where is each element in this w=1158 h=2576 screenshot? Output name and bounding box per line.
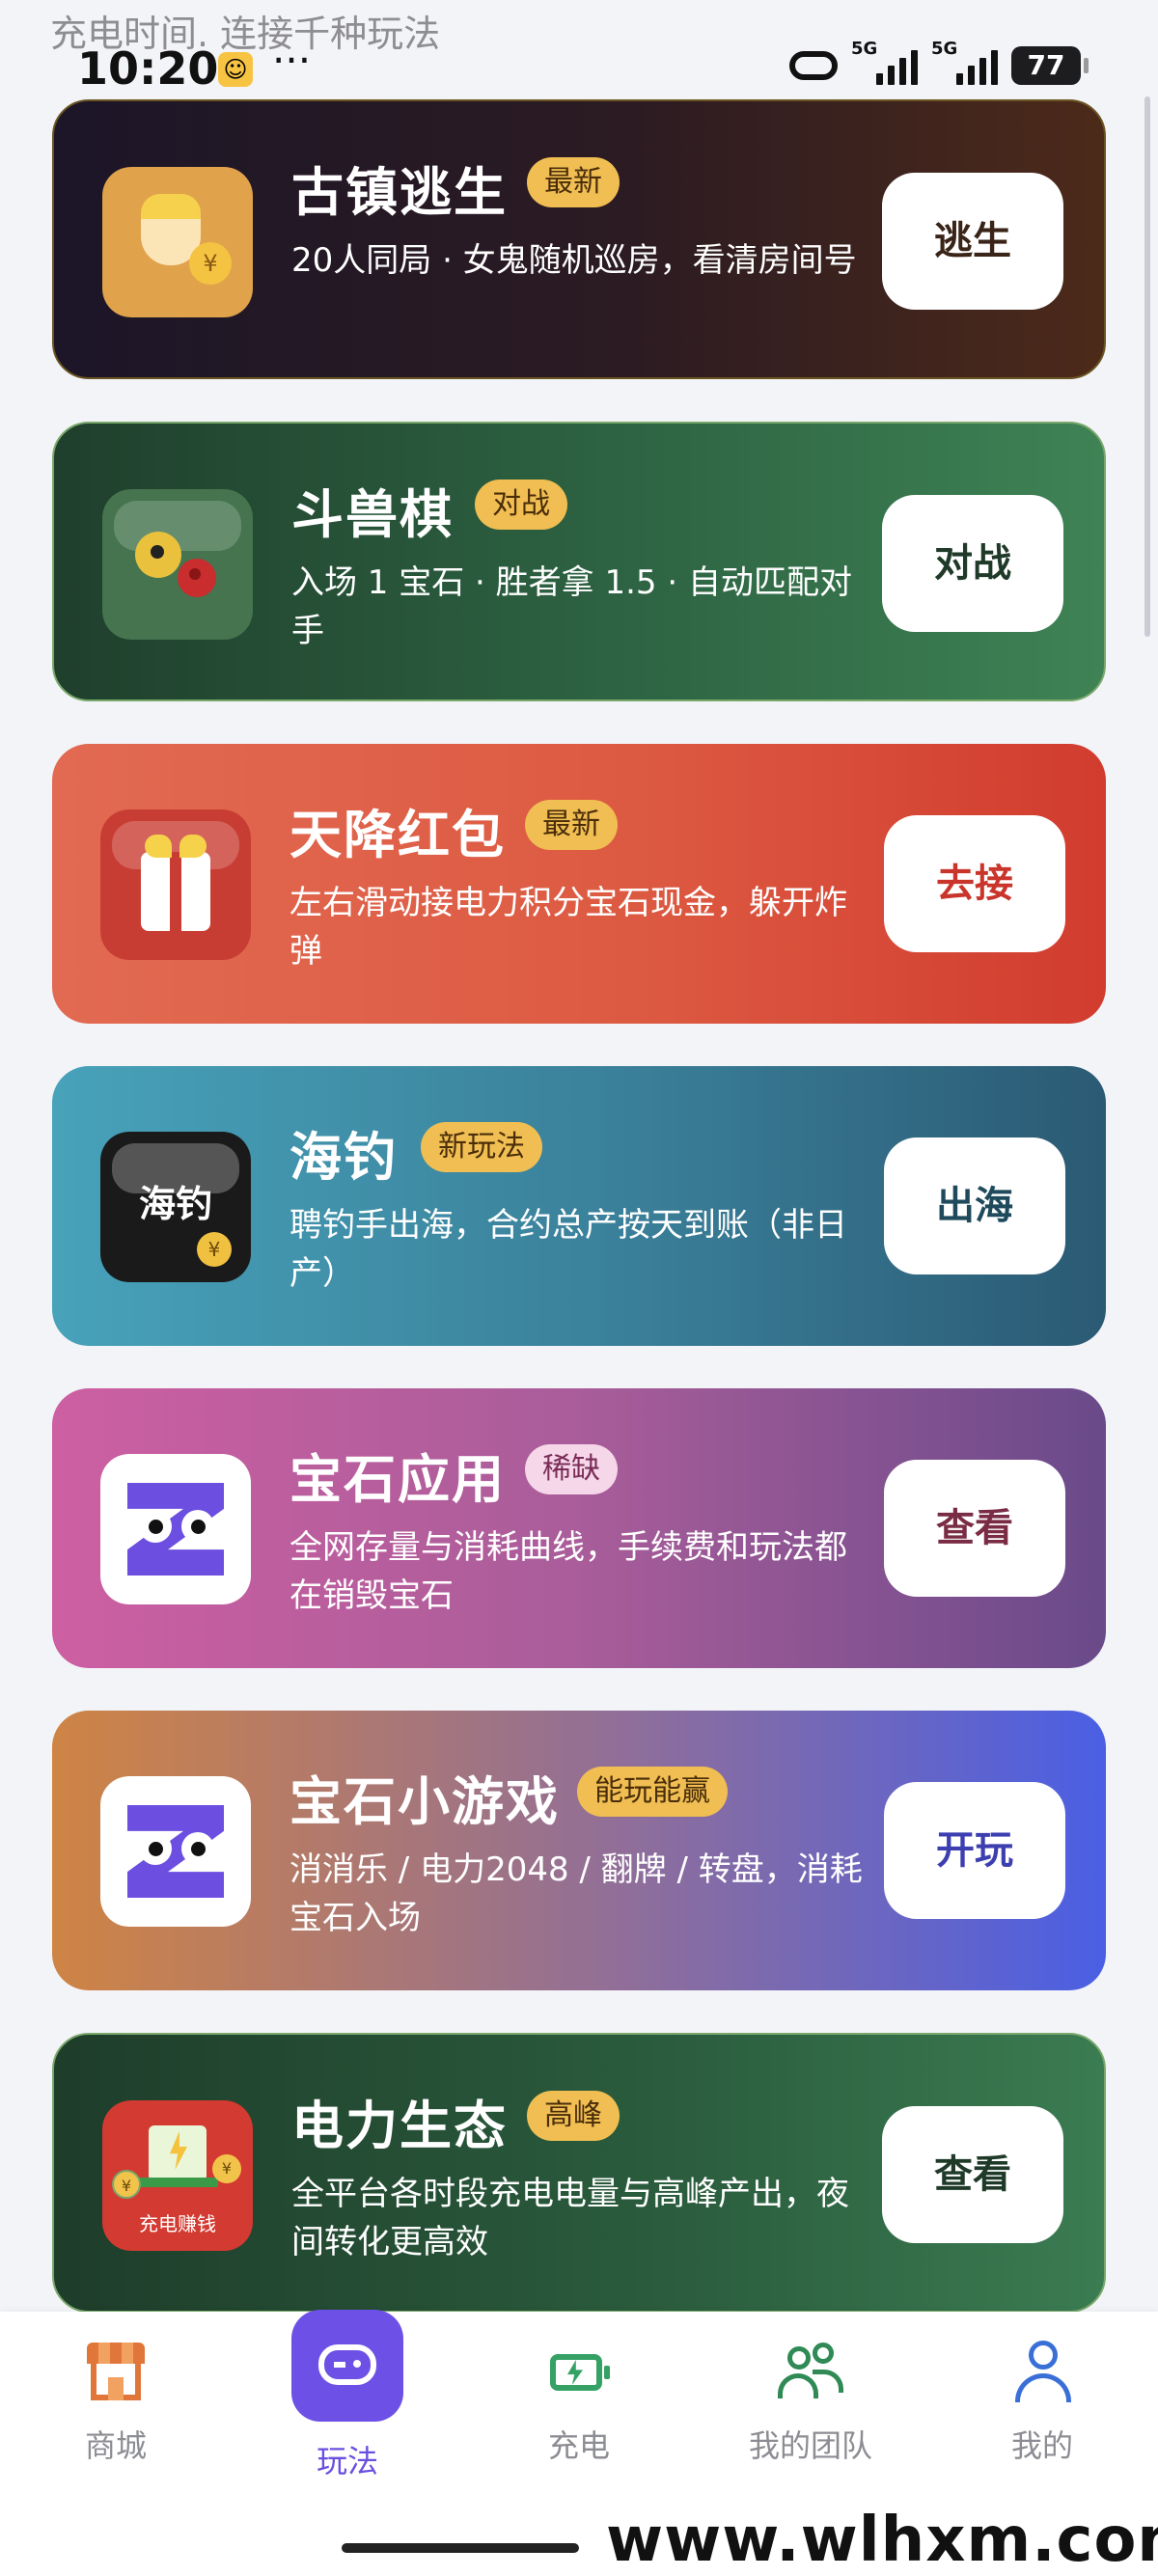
- gift-box-icon: [100, 809, 251, 960]
- gem-app-logo-icon: [100, 1454, 251, 1604]
- signal-icon: 5G: [931, 39, 998, 85]
- signal-icon: 5G: [851, 39, 918, 85]
- home-indicator[interactable]: [342, 2543, 579, 2553]
- status-bar: 充电时间. 连接千种玩法 10:20 ☺ ··· 5G 5G 77: [0, 0, 1158, 96]
- card-badge: 新玩法: [421, 1122, 542, 1172]
- game-card-power-ecology[interactable]: ¥ ¥ 充电赚钱 电力生态 高峰 全平台各时段充电电量与高峰产出，夜间转化更高效 …: [52, 2033, 1106, 2313]
- tab-label: 我的团队: [748, 2427, 872, 2464]
- scrollbar[interactable]: [1144, 96, 1150, 637]
- team-icon: [776, 2337, 845, 2406]
- card-title: 古镇逃生: [291, 162, 508, 223]
- escape-button[interactable]: 逃生: [882, 173, 1063, 310]
- card-title: 宝石小游戏: [290, 1771, 560, 1832]
- tab-label: 商城: [84, 2427, 147, 2464]
- shop-icon: [81, 2337, 151, 2406]
- tab-shop[interactable]: 商城: [19, 2337, 212, 2466]
- card-description: 20人同局 · 女鬼随机巡房，看清房间号: [291, 241, 857, 280]
- game-card-gem-app[interactable]: 宝石应用 稀缺 全网存量与消耗曲线，手续费和玩法都在销毁宝石 查看: [52, 1388, 1106, 1668]
- notification-app-icon: ☺: [218, 52, 253, 87]
- card-badge: 对战: [475, 480, 567, 530]
- card-description: 全网存量与消耗曲线，手续费和玩法都在销毁宝石: [290, 1528, 847, 1615]
- escape-game-icon: ¥: [102, 167, 253, 317]
- game-card-sea-fishing[interactable]: 海钓 ¥ 海钓 新玩法 聘钓手出海，合约总产按天到账（非日产） 出海: [52, 1066, 1106, 1346]
- tab-label: 我的: [1010, 2427, 1073, 2464]
- card-description: 消消乐 / 电力2048 / 翻牌 / 转盘，消耗宝石入场: [290, 1850, 863, 1937]
- play-button[interactable]: 开玩: [884, 1782, 1065, 1919]
- hotspot-link-icon: [789, 51, 838, 80]
- gem-minigame-logo-icon: [100, 1776, 251, 1927]
- tab-label: 玩法: [316, 2443, 378, 2480]
- battle-button[interactable]: 对战: [882, 495, 1063, 632]
- signal-1-label: 5G: [851, 39, 878, 59]
- card-description: 全平台各时段充电电量与高峰产出，夜间转化更高效: [291, 2175, 849, 2261]
- game-card-list: ¥ 古镇逃生 最新 20人同局 · 女鬼随机巡房，看清房间号 逃生 斗兽棋 对战…: [52, 99, 1106, 2355]
- battery-charge-icon: [544, 2337, 614, 2406]
- tab-label: 充电: [547, 2427, 610, 2464]
- card-badge: 高峰: [527, 2091, 620, 2141]
- card-description: 左右滑动接电力积分宝石现金，躲开炸弹: [290, 884, 847, 971]
- battery-icon: 77: [1011, 46, 1089, 85]
- sea-fishing-icon-label: 海钓: [138, 1183, 212, 1225]
- tab-me[interactable]: 我的: [946, 2337, 1139, 2466]
- view-power-button[interactable]: 查看: [882, 2106, 1063, 2243]
- card-title: 宝石应用: [290, 1449, 506, 1510]
- card-title: 天降红包: [290, 805, 506, 865]
- card-title: 斗兽棋: [291, 484, 454, 545]
- card-title: 海钓: [290, 1127, 398, 1188]
- charging-earn-icon-label: 充电赚钱: [139, 2212, 216, 2235]
- catch-button[interactable]: 去接: [884, 815, 1065, 952]
- more-notifications-icon: ···: [272, 37, 312, 84]
- card-badge: 稀缺: [525, 1444, 618, 1494]
- charging-earn-icon: ¥ ¥ 充电赚钱: [102, 2100, 253, 2251]
- game-card-animal-chess[interactable]: 斗兽棋 对战 入场 1 宝石 · 胜者拿 1.5 · 自动匹配对手 对战: [52, 422, 1106, 701]
- game-card-escape[interactable]: ¥ 古镇逃生 最新 20人同局 · 女鬼随机巡房，看清房间号 逃生: [52, 99, 1106, 379]
- user-icon: [1007, 2337, 1077, 2406]
- status-time: 10:20: [77, 42, 219, 95]
- card-badge: 最新: [525, 800, 618, 850]
- card-description: 聘钓手出海，合约总产按天到账（非日产）: [290, 1206, 847, 1293]
- tab-play[interactable]: 玩法: [251, 2310, 444, 2481]
- sea-fishing-icon: 海钓 ¥: [100, 1132, 251, 1282]
- tab-charge[interactable]: 充电: [482, 2337, 676, 2466]
- game-card-red-packet[interactable]: 天降红包 最新 左右滑动接电力积分宝石现金，躲开炸弹 去接: [52, 744, 1106, 1024]
- go-fishing-button[interactable]: 出海: [884, 1137, 1065, 1274]
- signal-2-label: 5G: [931, 39, 958, 59]
- card-description: 入场 1 宝石 · 胜者拿 1.5 · 自动匹配对手: [291, 563, 852, 650]
- game-card-gem-minigames[interactable]: 宝石小游戏 能玩能赢 消消乐 / 电力2048 / 翻牌 / 转盘，消耗宝石入场…: [52, 1711, 1106, 1990]
- watermark: www.wlhxm.com: [606, 2505, 1158, 2576]
- card-badge: 能玩能赢: [577, 1767, 728, 1817]
- tab-my-team[interactable]: 我的团队: [714, 2337, 907, 2466]
- card-badge: 最新: [527, 157, 620, 207]
- gamepad-icon: [291, 2310, 403, 2422]
- view-gem-app-button[interactable]: 查看: [884, 1460, 1065, 1597]
- card-title: 电力生态: [291, 2096, 508, 2156]
- animal-chess-icon: [102, 489, 253, 640]
